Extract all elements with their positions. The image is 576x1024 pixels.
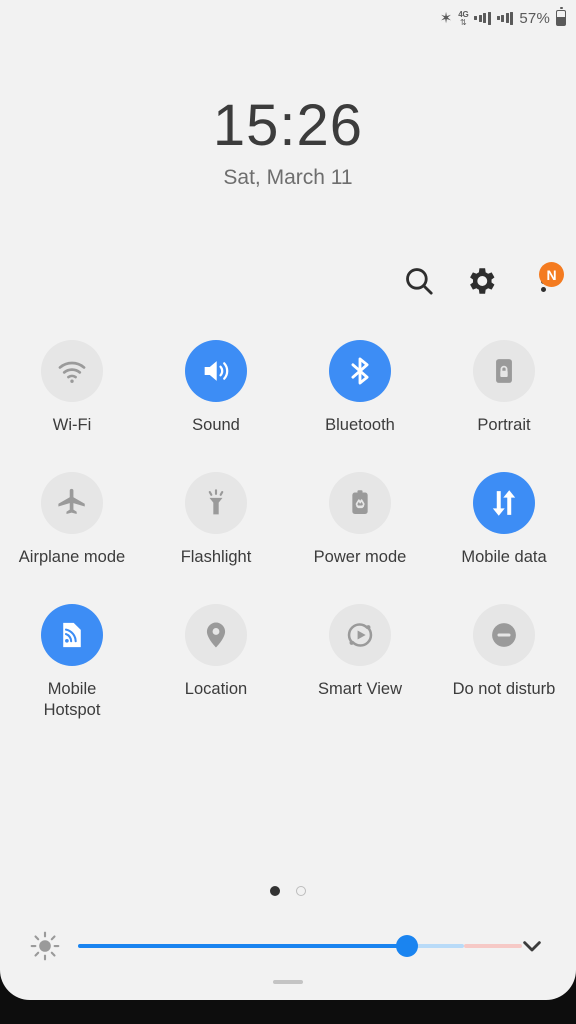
settings-button[interactable] [464, 264, 498, 298]
signal-bars-icon-sim2 [496, 11, 514, 25]
volume-icon [204, 361, 229, 381]
data-arrows-icon [492, 490, 516, 516]
toggle-mobile-data-circle[interactable] [473, 472, 535, 534]
toggle-location[interactable]: Location [144, 604, 288, 721]
toggle-mobile-hotspot-circle[interactable] [41, 604, 103, 666]
toggle-smart-view[interactable]: Smart View [288, 604, 432, 721]
toggle-airplane-mode-circle[interactable] [41, 472, 103, 534]
toggle-wifi-circle[interactable] [41, 340, 103, 402]
do-not-disturb-icon [492, 623, 516, 647]
brightness-track-extra [464, 944, 522, 948]
toggle-do-not-disturb-label: Do not disturb [452, 680, 556, 698]
toggle-portrait[interactable]: Portrait [432, 340, 576, 436]
header-icon-row: N [402, 262, 564, 298]
toggle-power-mode-circle[interactable] [329, 472, 391, 534]
toggle-sound[interactable]: Sound [144, 340, 288, 436]
brightness-slider-thumb[interactable] [396, 935, 418, 957]
rotation-lock-icon [496, 359, 512, 383]
bluetooth-icon [351, 357, 369, 385]
flashlight-icon [208, 489, 224, 515]
toggle-location-label: Location [184, 680, 248, 698]
quick-toggle-grid: Wi-Fi Sound Bluetooth Portrait Airplane … [0, 340, 576, 721]
status-bar: ✶ 4G ⇅ 57% [0, 0, 576, 36]
page-indicator [0, 886, 576, 896]
toggle-wifi[interactable]: Wi-Fi [0, 340, 144, 436]
toggle-mobile-hotspot-label: Mobile Hotspot [43, 680, 101, 719]
brightness-slider[interactable] [78, 935, 522, 957]
toggle-mobile-data[interactable]: Mobile data [432, 472, 576, 568]
toggle-sound-label: Sound [192, 416, 240, 434]
toggle-sound-circle[interactable] [185, 340, 247, 402]
brightness-track-remaining [410, 944, 464, 948]
power-mode-icon [352, 490, 368, 515]
toggle-mobile-data-label: Mobile data [461, 548, 547, 566]
wifi-icon [58, 361, 86, 383]
drag-handle[interactable] [273, 980, 303, 984]
page-dot-2[interactable] [296, 886, 306, 896]
toggle-smart-view-label: Smart View [317, 680, 403, 698]
toggle-do-not-disturb-circle[interactable] [473, 604, 535, 666]
toggle-do-not-disturb[interactable]: Do not disturb [432, 604, 576, 721]
toggle-smart-view-circle[interactable] [329, 604, 391, 666]
brightness-track-filled [78, 944, 410, 948]
toggle-portrait-label: Portrait [477, 416, 531, 434]
toggle-power-mode[interactable]: Power mode [288, 472, 432, 568]
brightness-icon [30, 931, 60, 961]
battery-percent-label: 57% [519, 9, 550, 27]
toggle-flashlight-circle[interactable] [185, 472, 247, 534]
toggle-bluetooth[interactable]: Bluetooth [288, 340, 432, 436]
page-dot-1[interactable] [270, 886, 280, 896]
toggle-bluetooth-label: Bluetooth [325, 416, 395, 434]
toggle-location-circle[interactable] [185, 604, 247, 666]
clock-area: 15:26 Sat, March 11 [0, 94, 576, 190]
toggle-bluetooth-circle[interactable] [329, 340, 391, 402]
airplane-icon [58, 488, 85, 515]
bluetooth-icon: ✶ [439, 9, 453, 27]
network-type-icon: 4G ⇅ [458, 10, 468, 27]
toggle-airplane-mode-label: Airplane mode [18, 548, 126, 566]
search-icon [406, 268, 433, 295]
toggle-wifi-label: Wi-Fi [52, 416, 92, 434]
hotspot-icon [63, 622, 81, 648]
quick-settings-panel: ✶ 4G ⇅ 57% 15:26 Sat, March 11 N Wi-Fi S… [0, 0, 576, 1000]
toggle-flashlight[interactable]: Flashlight [144, 472, 288, 568]
brightness-button[interactable] [24, 929, 66, 963]
battery-icon [556, 7, 566, 26]
toggle-mobile-hotspot[interactable]: Mobile Hotspot [0, 604, 144, 721]
clock-time: 15:26 [212, 93, 364, 158]
clock-date: Sat, March 11 [223, 166, 353, 189]
toggle-airplane-mode[interactable]: Airplane mode [0, 472, 144, 568]
notification-badge[interactable]: N [539, 262, 564, 287]
toggle-flashlight-label: Flashlight [180, 548, 252, 566]
signal-bars-icon-sim1 [474, 11, 491, 25]
more-options-button[interactable]: N [526, 262, 564, 298]
brightness-row [0, 924, 576, 968]
smart-view-icon [347, 623, 373, 647]
data-transfer-arrows-icon: ⇅ [459, 18, 467, 27]
toggle-portrait-circle[interactable] [473, 340, 535, 402]
toggle-power-mode-label: Power mode [313, 548, 407, 566]
location-pin-icon [206, 622, 226, 648]
search-button[interactable] [402, 264, 436, 298]
gear-icon [470, 268, 495, 294]
